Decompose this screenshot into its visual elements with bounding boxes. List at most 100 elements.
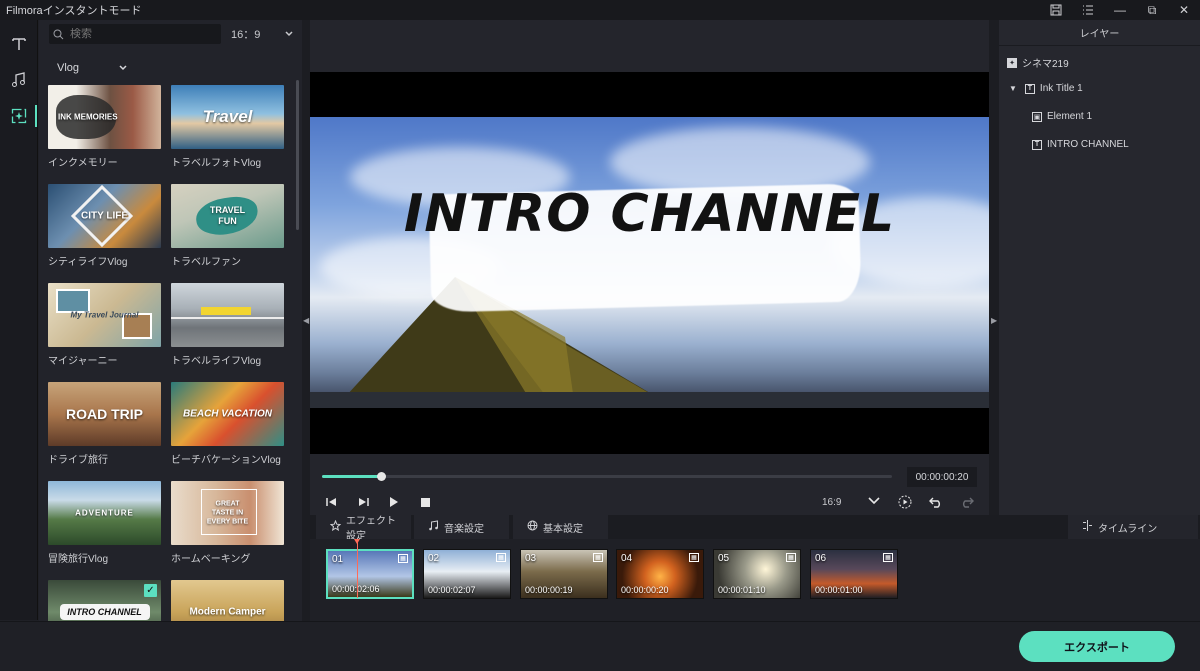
film-icon: ▦ xyxy=(786,553,796,562)
template-tile[interactable]: INK MEMORIES インクメモリー xyxy=(48,85,161,169)
search-input[interactable] xyxy=(70,28,210,40)
template-thumbnail: Travel xyxy=(171,85,284,149)
template-label: マイジャーニー xyxy=(48,356,118,367)
layer-label: Ink Title 1 xyxy=(1039,83,1083,94)
list-icon[interactable] xyxy=(1072,0,1104,20)
snapshot-icon[interactable] xyxy=(894,493,916,511)
aspect-dropdown[interactable]: 16:9 xyxy=(816,492,886,512)
ratio-dropdown[interactable]: 16：9 xyxy=(231,24,293,44)
tab-effects[interactable]: エフェクト設定 xyxy=(316,515,411,542)
layer-item[interactable]: T INTRO CHANNEL xyxy=(1032,139,1129,150)
tab-timeline[interactable]: タイムライン xyxy=(1068,515,1198,539)
template-thumbnail: CITY LIFE xyxy=(48,184,161,248)
collapse-left-panel[interactable]: ◀ xyxy=(302,20,310,621)
tab-basic-label: 基本設定 xyxy=(543,523,583,535)
seek-handle[interactable] xyxy=(377,472,387,481)
save-icon[interactable] xyxy=(1040,0,1072,20)
collapse-right-panel[interactable]: ▶ xyxy=(989,20,999,515)
music-icon[interactable] xyxy=(0,64,38,96)
search-box[interactable] xyxy=(49,24,221,44)
layers-header: レイヤー xyxy=(999,20,1200,46)
template-thumbnail: My Travel Journal xyxy=(48,283,161,347)
template-label: 冒険旅行Vlog xyxy=(48,554,109,565)
timeline-playhead[interactable] xyxy=(354,539,360,598)
title-bar: Filmoraインスタントモード — ⧉ ✕ xyxy=(0,0,1200,20)
template-label: ホームベーキング xyxy=(171,554,251,565)
template-tile[interactable]: Modern Camper xyxy=(171,580,284,621)
redo-icon[interactable] xyxy=(956,493,978,511)
clip-thumbnail[interactable]: 04 ▦ 00:00:00:20 xyxy=(616,549,704,599)
undo-icon[interactable] xyxy=(925,493,947,511)
title-icon: T xyxy=(1032,139,1042,150)
restore-button[interactable]: ⧉ xyxy=(1136,0,1168,20)
minimize-button[interactable]: — xyxy=(1104,0,1136,20)
video-preview[interactable]: INTRO CHANNEL xyxy=(310,72,989,454)
clip-thumbnail[interactable]: 02 ▦ 00:00:02:07 xyxy=(423,549,511,599)
tab-timeline-label: タイムライン xyxy=(1098,523,1158,535)
tab-basic[interactable]: 基本設定 xyxy=(513,515,608,539)
clip-number: 03 xyxy=(525,553,537,564)
clip-thumbnail[interactable]: 03 ▦ 00:00:00:19 xyxy=(520,549,608,599)
clip-thumbnail[interactable]: 06 ▦ 00:00:01:00 xyxy=(810,549,898,599)
clip-thumbnail[interactable]: 01 ▦ 00:00:02:06 xyxy=(326,549,414,599)
clip-duration: 00:00:01:00 xyxy=(815,585,863,595)
chevron-down-icon xyxy=(868,496,880,508)
clip-thumbnail[interactable]: 05 ▦ 00:00:01:10 xyxy=(713,549,801,599)
layer-item[interactable]: ▼ T Ink Title 1 xyxy=(1009,83,1083,94)
layer-label: シネマ219 xyxy=(1022,59,1069,70)
cinema-icon: ✦ xyxy=(1007,57,1017,68)
title-icon: T xyxy=(1024,83,1035,94)
layer-label: Element 1 xyxy=(1047,111,1093,122)
template-tile[interactable]: GREAT TASTE IN EVERY BITE ホームベーキング xyxy=(171,481,284,565)
template-tile[interactable]: INTRO CHANNEL ✓ xyxy=(48,580,161,621)
template-thumbnail: INTRO CHANNEL ✓ xyxy=(48,580,161,621)
chevron-down-icon xyxy=(119,62,127,74)
close-button[interactable]: ✕ xyxy=(1168,0,1200,20)
stop-button[interactable] xyxy=(414,493,436,511)
template-tile[interactable]: トラベルライフVlog xyxy=(171,283,284,367)
film-icon: ▦ xyxy=(398,554,408,563)
template-tile[interactable]: BEACH VACATION ビーチバケーションVlog xyxy=(171,382,284,466)
template-label: ビーチバケーションVlog xyxy=(171,455,281,466)
template-tile[interactable]: CITY LIFE シティライフVlog xyxy=(48,184,161,268)
film-icon: ▦ xyxy=(689,553,699,562)
clip-number: 05 xyxy=(718,553,730,564)
template-label: トラベルフォトVlog xyxy=(171,158,262,169)
clip-duration: 00:00:00:19 xyxy=(525,585,573,595)
category-dropdown[interactable]: Vlog xyxy=(57,60,127,76)
film-icon: ▦ xyxy=(883,553,893,562)
preview-panel: INTRO CHANNEL 00:00:00:20 16:9 xyxy=(310,20,989,515)
next-frame-button[interactable] xyxy=(352,493,374,511)
search-icon xyxy=(53,29,64,40)
layer-label: INTRO CHANNEL xyxy=(1047,139,1129,150)
clip-number: 04 xyxy=(621,553,633,564)
tab-music[interactable]: 音楽設定 xyxy=(414,515,509,539)
template-tile[interactable]: Travel トラベルフォトVlog xyxy=(171,85,284,169)
music-icon xyxy=(428,520,439,534)
layer-item[interactable]: ▣ Element 1 xyxy=(1032,111,1092,122)
template-tile[interactable]: ROAD TRIP ドライブ旅行 xyxy=(48,382,161,466)
layer-item[interactable]: ✦ シネマ219 xyxy=(1007,55,1069,70)
seek-bar[interactable] xyxy=(322,472,892,481)
effects-icon[interactable] xyxy=(0,100,38,132)
aspect-value: 16:9 xyxy=(822,496,842,508)
left-rail xyxy=(0,20,38,620)
browser-scrollbar[interactable] xyxy=(296,80,299,230)
play-button[interactable] xyxy=(383,493,405,511)
clip-duration: 00:00:02:06 xyxy=(332,584,380,594)
export-button[interactable]: エクスポート xyxy=(1019,631,1175,662)
expand-triangle-icon[interactable]: ▼ xyxy=(1009,84,1017,93)
clip-duration: 00:00:00:20 xyxy=(621,585,669,595)
template-tile[interactable]: ADVENTURE 冒険旅行Vlog xyxy=(48,481,161,565)
preview-title-text[interactable]: INTRO CHANNEL xyxy=(310,184,989,244)
template-tile[interactable]: My Travel Journal マイジャーニー xyxy=(48,283,161,367)
prev-frame-button[interactable] xyxy=(320,493,342,511)
template-tile[interactable]: TRAVEL FUN トラベルファン xyxy=(171,184,284,268)
template-thumbnail xyxy=(171,283,284,347)
template-thumbnail: ROAD TRIP xyxy=(48,382,161,446)
template-label: トラベルライフVlog xyxy=(171,356,262,367)
element-icon: ▣ xyxy=(1032,111,1042,122)
text-icon[interactable] xyxy=(0,28,38,60)
clip-strip: 01 ▦ 00:00:02:06 02 ▦ 00:00:02:07 03 ▦ 0… xyxy=(310,539,1200,621)
ratio-value: 16：9 xyxy=(231,29,261,41)
